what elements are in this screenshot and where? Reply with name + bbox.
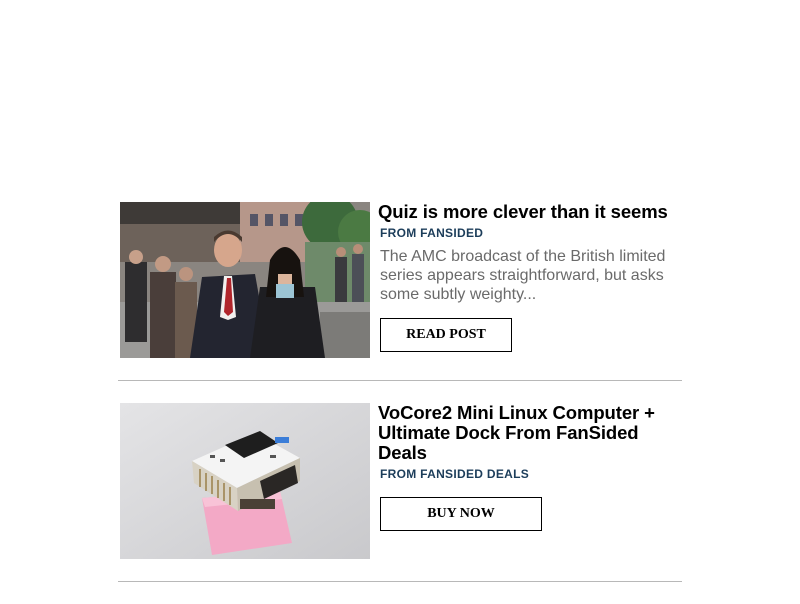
article-title[interactable]: Quiz is more clever than it seems xyxy=(378,202,682,222)
product-thumbnail[interactable] xyxy=(120,403,370,559)
card-content: Quiz is more clever than it seems FROM F… xyxy=(378,202,682,352)
product-source: FROM FANSIDED DEALS xyxy=(380,467,530,481)
article-thumbnail[interactable] xyxy=(120,202,370,358)
product-title[interactable]: VoCore2 Mini Linux Computer + Ultimate D… xyxy=(378,403,682,463)
buy-now-button[interactable]: BUY NOW xyxy=(380,497,542,531)
news-photo-icon xyxy=(120,202,370,358)
read-post-button[interactable]: READ POST xyxy=(380,318,512,352)
feed-card: Quiz is more clever than it seems FROM F… xyxy=(118,202,682,381)
feed-card: VoCore2 Mini Linux Computer + Ultimate D… xyxy=(118,403,682,582)
article-description: The AMC broadcast of the British limited… xyxy=(380,248,666,303)
sponsored-feed: Quiz is more clever than it seems FROM F… xyxy=(118,202,682,604)
article-source: FROM FANSIDED xyxy=(380,226,484,240)
product-photo-icon xyxy=(120,403,370,559)
card-content: VoCore2 Mini Linux Computer + Ultimate D… xyxy=(378,403,682,531)
